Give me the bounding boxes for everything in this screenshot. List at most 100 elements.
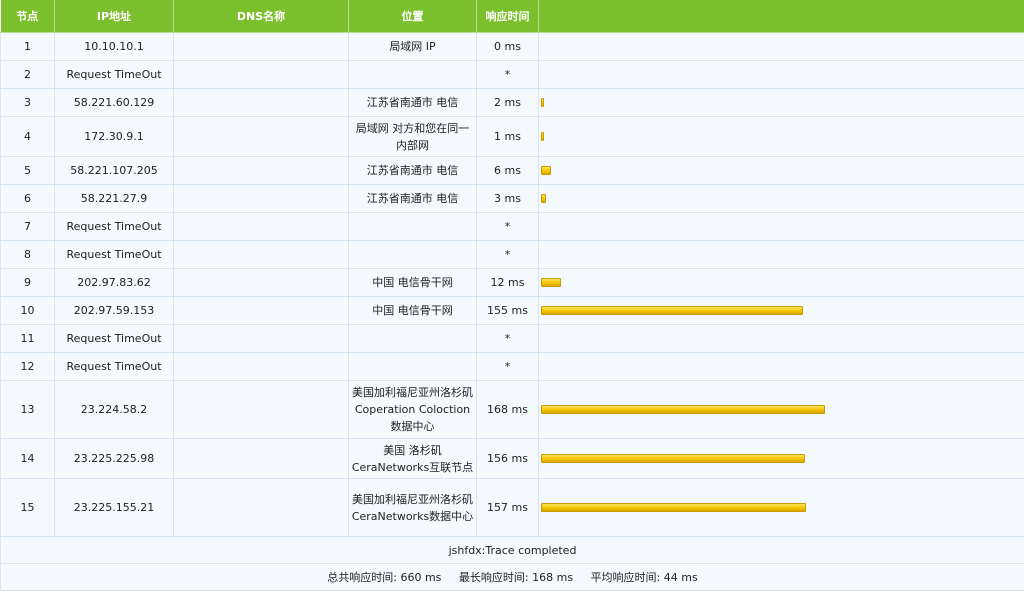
table-row: 7 Request TimeOut * xyxy=(0,212,1024,241)
trace-status: jshfdx:Trace completed xyxy=(0,536,1024,564)
cell-location xyxy=(348,212,477,241)
cell-dns xyxy=(173,324,349,353)
cell-bar xyxy=(538,438,1024,479)
table-row: 15 23.225.155.21 美国加利福尼亚州洛杉矶 CeraNetworks数… xyxy=(0,478,1024,537)
table-row: 3 58.221.60.129 江苏省南通市 电信 2 ms xyxy=(0,88,1024,117)
total-time-label: 总共响应时间: xyxy=(327,570,397,584)
table-row: 5 58.221.107.205 江苏省南通市 电信 6 ms xyxy=(0,156,1024,185)
cell-time: * xyxy=(476,240,539,269)
cell-node: 14 xyxy=(0,438,55,479)
response-time-bar xyxy=(541,98,544,107)
table-row: 6 58.221.27.9 江苏省南通市 电信 3 ms xyxy=(0,184,1024,213)
cell-location xyxy=(348,352,477,381)
cell-dns xyxy=(173,116,349,157)
cell-ip: 172.30.9.1 xyxy=(54,116,174,157)
cell-time: 156 ms xyxy=(476,438,539,479)
header-node: 节点 xyxy=(0,0,55,33)
max-time-label: 最长响应时间: xyxy=(458,570,529,584)
cell-location: 江苏省南通市 电信 xyxy=(348,184,477,213)
cell-time: 3 ms xyxy=(476,184,539,213)
response-time-bar xyxy=(541,405,825,414)
header-location: 位置 xyxy=(348,0,477,33)
cell-node: 5 xyxy=(0,156,55,185)
response-time-bar xyxy=(541,132,544,141)
cell-location: 局域网 IP xyxy=(348,32,477,61)
cell-location: 江苏省南通市 电信 xyxy=(348,88,477,117)
cell-ip: 202.97.59.153 xyxy=(54,296,174,325)
response-time-bar xyxy=(541,278,561,287)
header-time: 响应时间 xyxy=(476,0,539,33)
cell-location: 局域网 对方和您在同一内部网 xyxy=(348,116,477,157)
cell-bar xyxy=(538,268,1024,297)
cell-bar xyxy=(538,352,1024,381)
cell-bar xyxy=(538,240,1024,269)
cell-node: 11 xyxy=(0,324,55,353)
cell-dns xyxy=(173,478,349,537)
cell-node: 10 xyxy=(0,296,55,325)
table-row: 10 202.97.59.153 中国 电信骨干网 155 ms xyxy=(0,296,1024,325)
cell-bar xyxy=(538,60,1024,89)
cell-dns xyxy=(173,380,349,439)
response-time-bar xyxy=(541,454,805,463)
status-row: jshfdx:Trace completed xyxy=(0,536,1024,564)
response-time-bar xyxy=(541,166,551,175)
cell-time: 1 ms xyxy=(476,116,539,157)
cell-ip: 23.225.225.98 xyxy=(54,438,174,479)
cell-bar xyxy=(538,324,1024,353)
cell-bar xyxy=(538,116,1024,157)
cell-location: 美国加利福尼亚州洛杉矶 CeraNetworks数据中心 xyxy=(348,478,477,537)
cell-ip: 23.224.58.2 xyxy=(54,380,174,439)
cell-location: 中国 电信骨干网 xyxy=(348,268,477,297)
header-dns: DNS名称 xyxy=(173,0,349,33)
avg-time-value: 44 ms xyxy=(663,570,698,584)
trace-table: 节点 IP地址 DNS名称 位置 响应时间 1 10.10.10.1 局域网 IP 0… xyxy=(0,0,1024,591)
cell-ip: Request TimeOut xyxy=(54,352,174,381)
cell-time: 0 ms xyxy=(476,32,539,61)
cell-ip: 202.97.83.62 xyxy=(54,268,174,297)
cell-node: 6 xyxy=(0,184,55,213)
cell-node: 7 xyxy=(0,212,55,241)
cell-dns xyxy=(173,212,349,241)
cell-location: 中国 电信骨干网 xyxy=(348,296,477,325)
response-time-bar xyxy=(541,503,806,512)
cell-time: 155 ms xyxy=(476,296,539,325)
summary: 总共响应时间: 660 ms 最长响应时间: 168 ms 平均响应时间: 44… xyxy=(0,563,1024,591)
cell-ip: 23.225.155.21 xyxy=(54,478,174,537)
cell-location xyxy=(348,60,477,89)
table-row: 13 23.224.58.2 美国加利福尼亚州洛杉矶 Coperation Colo… xyxy=(0,380,1024,439)
cell-time: 12 ms xyxy=(476,268,539,297)
cell-ip: 58.221.107.205 xyxy=(54,156,174,185)
cell-time: * xyxy=(476,212,539,241)
cell-node: 8 xyxy=(0,240,55,269)
cell-bar xyxy=(538,296,1024,325)
cell-node: 3 xyxy=(0,88,55,117)
cell-time: * xyxy=(476,60,539,89)
trace-rows: 1 10.10.10.1 局域网 IP 0 ms 2 Request TimeOut * 3 5… xyxy=(0,32,1024,537)
response-time-bar xyxy=(541,306,803,315)
cell-node: 9 xyxy=(0,268,55,297)
cell-node: 2 xyxy=(0,60,55,89)
cell-ip: Request TimeOut xyxy=(54,212,174,241)
cell-bar xyxy=(538,478,1024,537)
cell-ip: Request TimeOut xyxy=(54,240,174,269)
cell-time: * xyxy=(476,352,539,381)
cell-ip: 10.10.10.1 xyxy=(54,32,174,61)
cell-ip: Request TimeOut xyxy=(54,324,174,353)
cell-time: 2 ms xyxy=(476,88,539,117)
cell-node: 12 xyxy=(0,352,55,381)
summary-row: 总共响应时间: 660 ms 最长响应时间: 168 ms 平均响应时间: 44… xyxy=(0,563,1024,591)
cell-bar xyxy=(538,380,1024,439)
cell-bar xyxy=(538,88,1024,117)
header-bar xyxy=(538,0,1024,33)
response-time-bar xyxy=(541,194,546,203)
avg-time-label: 平均响应时间: xyxy=(590,570,661,584)
cell-location xyxy=(348,240,477,269)
table-header-row: 节点 IP地址 DNS名称 位置 响应时间 xyxy=(0,0,1024,33)
cell-location: 江苏省南通市 电信 xyxy=(348,156,477,185)
table-row: 14 23.225.225.98 美国 洛杉矶CeraNetworks互联节点 156… xyxy=(0,438,1024,479)
table-row: 9 202.97.83.62 中国 电信骨干网 12 ms xyxy=(0,268,1024,297)
cell-ip: 58.221.60.129 xyxy=(54,88,174,117)
cell-dns xyxy=(173,240,349,269)
cell-time: 168 ms xyxy=(476,380,539,439)
header-ip: IP地址 xyxy=(54,0,174,33)
